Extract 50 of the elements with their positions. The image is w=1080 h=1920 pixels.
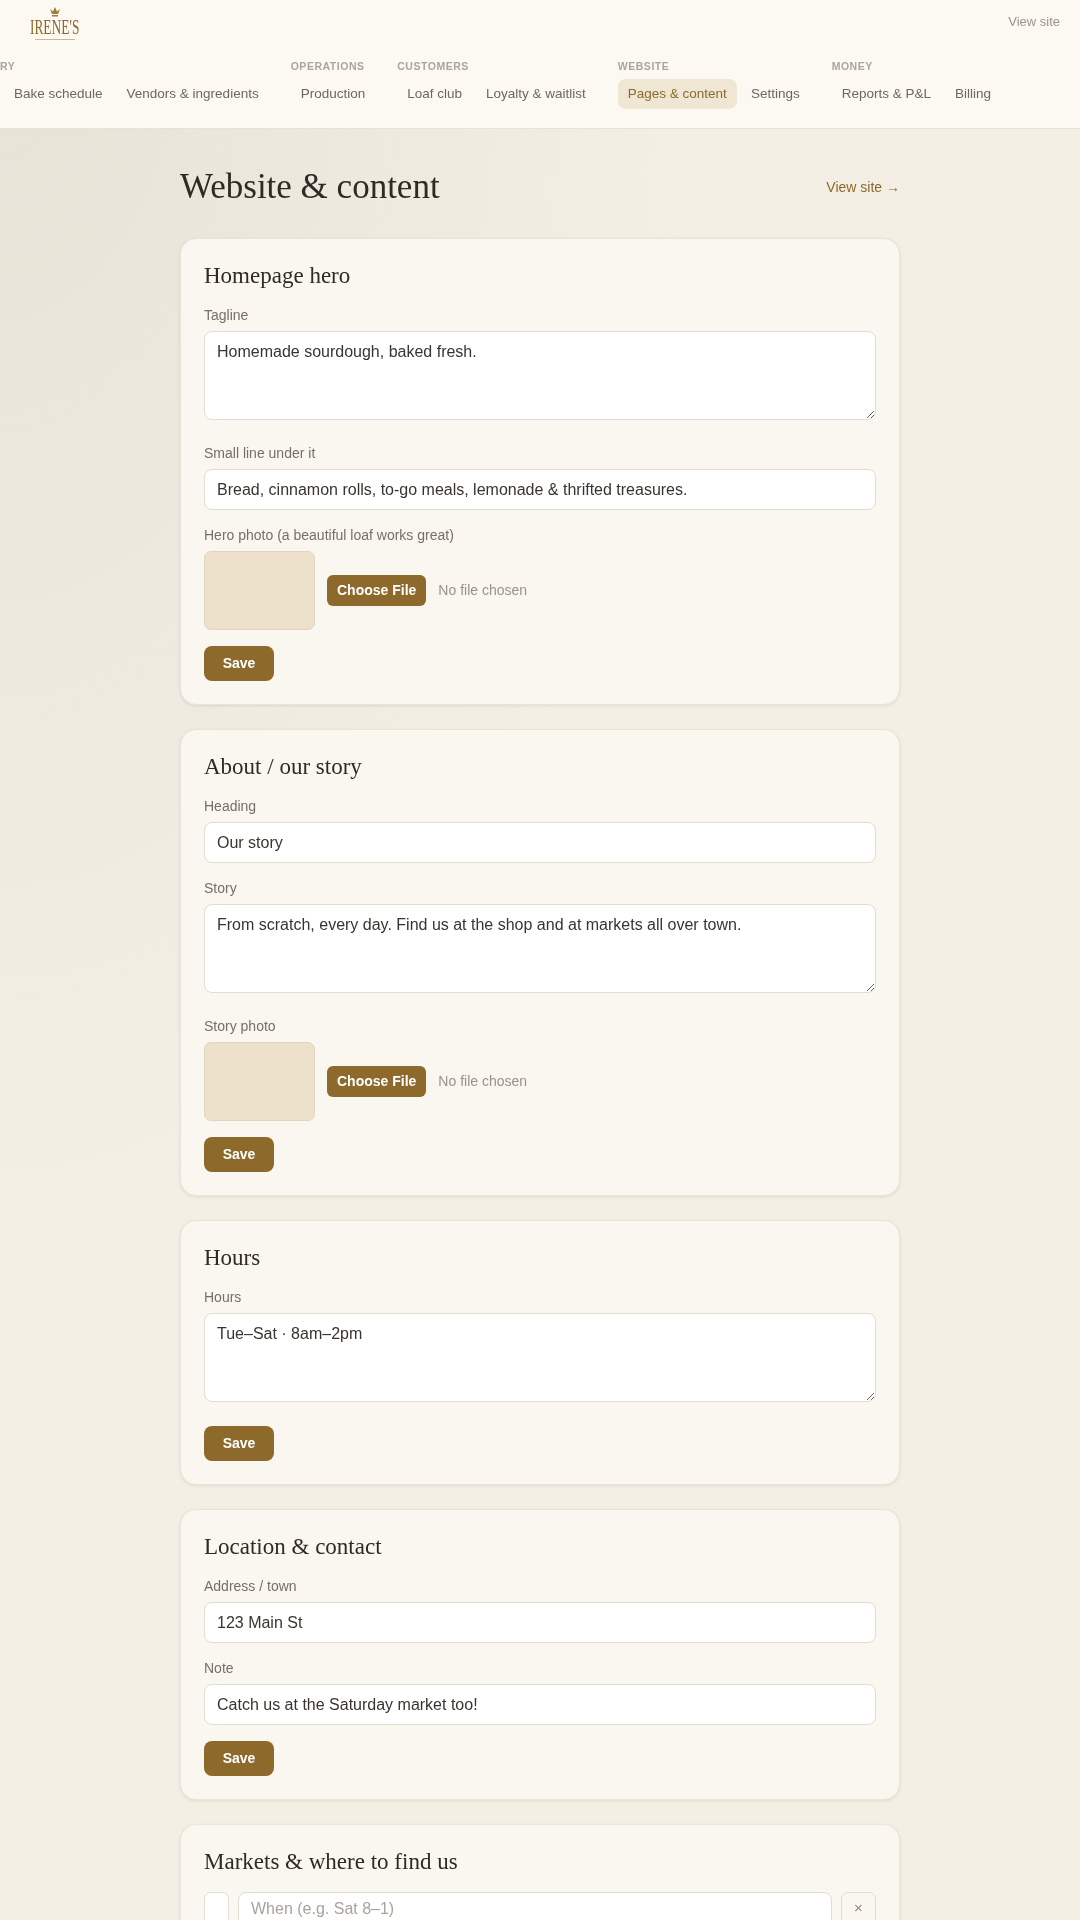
save-button[interactable]: Save (204, 1137, 274, 1172)
text-area[interactable]: Tue–Sat · 8am–2pm (204, 1313, 876, 1402)
field-label: Address / town (204, 1577, 298, 1595)
crown-icon (49, 5, 61, 17)
save-button[interactable]: Save (204, 1426, 274, 1461)
choose-file-button[interactable]: Choose File (327, 1066, 427, 1097)
nav-tab[interactable]: Production (290, 79, 376, 109)
nav-tab[interactable]: Pages & content (617, 79, 737, 109)
input-field[interactable]: Catch us at the Saturday market too! (204, 1684, 876, 1725)
file-status: No file chosen (438, 1072, 528, 1091)
text-area[interactable]: Homemade sourdough, baked fresh. (204, 331, 876, 420)
field-label: Tagline (204, 306, 250, 324)
save-button[interactable]: Save (204, 1741, 274, 1776)
field-label: Small line under it (204, 444, 317, 462)
nav-group-label: OPERATIONS (290, 59, 366, 73)
text-area[interactable]: From scratch, every day. Find us at the shop and at markets all over town. (204, 904, 876, 993)
section-title: About / our story (204, 753, 363, 781)
section-title: Location & contact (204, 1533, 383, 1561)
field-label: Heading (204, 797, 258, 815)
field-label: Hours (204, 1288, 243, 1306)
nav-tab[interactable]: Vendors & ingredients (116, 79, 269, 109)
nav-tab[interactable]: Reports & P&L (831, 79, 941, 109)
nav-tab[interactable]: Settings (740, 79, 810, 109)
input-field[interactable]: Bread, cinnamon rolls, to-go meals, lemonade & thrifted treasures. (204, 469, 876, 510)
input-field[interactable]: When (e.g. Sat 8–1) (238, 1892, 832, 1920)
field-label: Hero photo (a beautiful loaf works great) (204, 526, 455, 544)
view-site-link[interactable]: View site (1008, 12, 1060, 32)
nav-group-label: CUSTOMERS (397, 59, 470, 73)
nav-tab[interactable]: Loaf club (397, 79, 472, 109)
section-title: Hours (204, 1244, 262, 1272)
nav-tab[interactable]: Loyalty & waitlist (476, 79, 596, 109)
nav-tab[interactable]: Bake schedule (4, 79, 113, 109)
choose-file-button[interactable]: Choose File (327, 575, 427, 606)
section-title: Markets & where to find us (204, 1848, 459, 1876)
remove-button[interactable]: × (841, 1892, 876, 1920)
nav-group-label: MONEY (831, 59, 874, 73)
file-status: No file chosen (438, 581, 528, 600)
field-label: Note (204, 1659, 235, 1677)
nav-group-label: WEBSITE (617, 59, 671, 73)
section-title: Homepage hero (204, 262, 352, 290)
view-site-link[interactable]: View site → (826, 176, 900, 198)
page-title: Website & content (180, 167, 440, 207)
field-label: Story photo (204, 1017, 277, 1035)
field-label: Story (204, 879, 238, 897)
input-field[interactable]: 123 Main St (204, 1602, 876, 1643)
nav-group-label: RY (0, 59, 17, 73)
brand-name[interactable]: IRENE'S (30, 16, 80, 37)
nav-tab[interactable]: Billing (944, 79, 1001, 109)
input-field[interactable]: Our story (204, 822, 876, 863)
save-button[interactable]: Save (204, 646, 274, 681)
